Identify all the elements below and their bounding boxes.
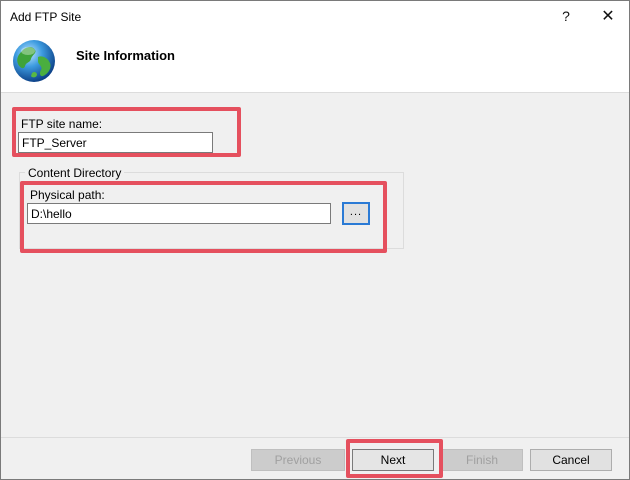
site-name-input[interactable]	[18, 132, 213, 153]
page-title: Site Information	[76, 48, 175, 63]
help-icon: ?	[562, 8, 570, 24]
close-icon: ✕	[601, 8, 615, 25]
browse-button[interactable]: ...	[342, 202, 370, 225]
physical-path-input[interactable]	[27, 203, 331, 224]
site-name-label: FTP site name:	[21, 117, 103, 131]
close-button[interactable]: ✕	[593, 5, 623, 27]
globe-icon	[13, 40, 55, 82]
header-divider	[1, 92, 629, 93]
wizard-header: Site Information	[1, 32, 629, 92]
title-bar: Add FTP Site ? ✕	[1, 1, 629, 32]
cancel-button[interactable]: Cancel	[530, 449, 612, 471]
content-directory-label: Content Directory	[25, 166, 125, 180]
physical-path-label: Physical path:	[30, 188, 105, 202]
finish-button[interactable]: Finish	[441, 449, 523, 471]
help-button[interactable]: ?	[551, 5, 581, 27]
previous-button[interactable]: Previous	[251, 449, 345, 471]
add-ftp-site-dialog: Add FTP Site ? ✕ Site Information FTP si…	[0, 0, 630, 480]
window-title: Add FTP Site	[10, 10, 82, 24]
next-button[interactable]: Next	[352, 449, 434, 471]
footer-divider	[1, 437, 629, 438]
